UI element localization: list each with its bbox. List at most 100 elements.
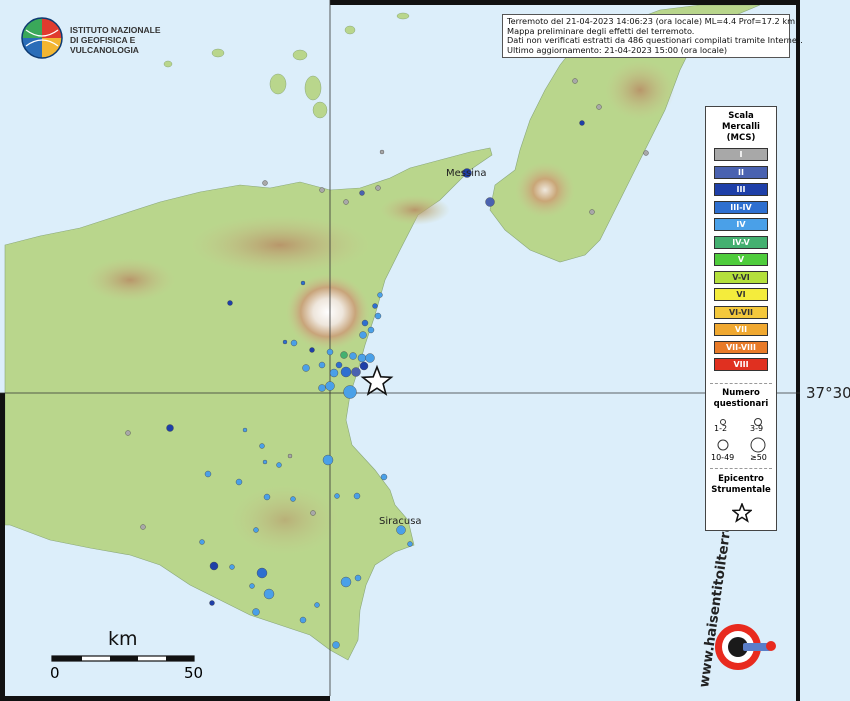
mcs-class-swatch: VI	[714, 288, 768, 301]
intensity-point	[299, 616, 307, 624]
map-border-top	[330, 0, 800, 5]
intensity-point	[354, 574, 362, 582]
map-legend: Scala Mercalli (MCS) I II III III-IV IV IV-V V…	[705, 106, 777, 531]
intensity-point	[276, 462, 282, 468]
count-class-label: 3-9	[750, 424, 764, 433]
intensity-point	[357, 353, 367, 363]
nebrodi-relief	[190, 215, 370, 275]
intensity-point	[263, 493, 271, 501]
intensity-point	[204, 470, 212, 478]
intensity-point	[340, 366, 352, 378]
intensity-point	[209, 561, 219, 571]
legend-epicenter-title: Epicentro Strumentale	[711, 474, 771, 495]
intensity-point	[361, 319, 369, 327]
intensity-point	[262, 459, 268, 465]
intensity-point	[335, 361, 343, 369]
ingv-logo: ISTITUTO NAZIONALE DI GEOFISICA E VULCAN…	[20, 16, 190, 62]
peloritani-relief	[380, 195, 450, 225]
intensity-point	[375, 185, 381, 191]
intensity-point	[353, 492, 361, 500]
intensity-point	[263, 588, 275, 600]
intensity-point	[359, 190, 365, 196]
iblei-relief	[230, 485, 340, 555]
sila-relief	[515, 162, 575, 218]
intensity-point	[367, 326, 375, 334]
intensity-point	[372, 303, 378, 309]
intensity-point	[140, 524, 146, 530]
scale-unit-label: km	[108, 628, 138, 650]
intensity-point	[199, 539, 205, 545]
mcs-class-swatch: IV-V	[714, 235, 768, 249]
etna-relief	[286, 274, 370, 350]
institute-name-line1: ISTITUTO NAZIONALE	[70, 25, 161, 35]
madonie-relief	[85, 258, 175, 302]
count-class-label: 10-49	[711, 453, 735, 462]
scale-start-label: 0	[50, 664, 60, 682]
intensity-point	[252, 608, 260, 616]
mcs-class-swatch: III-IV	[714, 200, 768, 214]
intensity-point	[249, 583, 255, 589]
legend-star-icon	[732, 503, 752, 523]
intensity-point	[314, 602, 320, 608]
intensity-point	[309, 347, 315, 353]
mcs-class-swatch: II	[714, 165, 768, 179]
intensity-point	[380, 473, 388, 481]
intensity-point	[572, 78, 578, 84]
intensity-point	[235, 478, 243, 486]
intensity-point	[340, 576, 352, 588]
place-label-messina: Messina	[446, 168, 486, 179]
scale-bar: km 0 50	[50, 628, 204, 688]
intensity-point	[334, 493, 340, 499]
intensity-point	[322, 454, 334, 466]
intensity-point	[290, 339, 298, 347]
place-label-siracusa: Siracusa	[379, 516, 422, 527]
intensity-point	[643, 150, 649, 156]
intensity-point	[166, 424, 174, 432]
intensity-point	[596, 104, 602, 110]
intensity-point	[290, 496, 296, 502]
intensity-point	[282, 339, 288, 345]
event-info-box: Terremoto del 21-04-2023 14:06:23 (ora l…	[502, 14, 803, 59]
intensity-point	[326, 348, 334, 356]
intensity-point	[256, 567, 268, 579]
intensity-point	[302, 364, 310, 372]
legend-scale-title: Scala Mercalli (MCS)	[722, 111, 760, 143]
intensity-point	[349, 352, 357, 360]
intensity-point	[300, 280, 306, 286]
count-class-label: ≥50	[750, 453, 767, 462]
aspromonte-relief	[605, 60, 675, 120]
mcs-class-swatch: VIII	[714, 358, 768, 371]
ingv-globe-icon	[21, 17, 63, 59]
intensity-point	[374, 312, 382, 320]
intensity-point	[485, 197, 495, 207]
map-border-left	[0, 393, 5, 701]
latitude-label: 37°30'	[806, 384, 850, 402]
intensity-point	[340, 351, 348, 359]
intensity-point	[589, 209, 595, 215]
mcs-class-swatch: VI-VII	[714, 305, 768, 319]
intensity-point	[407, 541, 413, 547]
intensity-point	[579, 120, 585, 126]
scale-end-label: 50	[184, 664, 204, 682]
intensity-point	[359, 361, 369, 371]
map-border-bottom	[0, 696, 330, 701]
intensity-point	[343, 199, 349, 205]
intensity-point	[359, 331, 367, 339]
intensity-point	[242, 427, 248, 433]
mcs-class-swatch: V	[714, 253, 768, 266]
intensity-point	[125, 430, 131, 436]
intensity-point	[377, 292, 383, 298]
intensity-point	[343, 385, 357, 399]
intensity-point	[229, 564, 235, 570]
map-border-right	[796, 0, 800, 701]
mcs-class-swatch: V-VI	[714, 270, 768, 284]
intensity-point	[351, 367, 361, 377]
institute-name-line2: DI GEOFISICA E VULCANOLOGIA	[70, 35, 139, 55]
mcs-class-swatch: III	[714, 183, 768, 196]
mcs-class-swatch: I	[714, 148, 768, 161]
intensity-point	[318, 361, 326, 369]
scale-bar-graphic	[51, 655, 195, 662]
mcs-class-swatch: VII	[714, 323, 768, 336]
intensity-point	[379, 149, 385, 155]
intensity-point	[329, 368, 339, 378]
